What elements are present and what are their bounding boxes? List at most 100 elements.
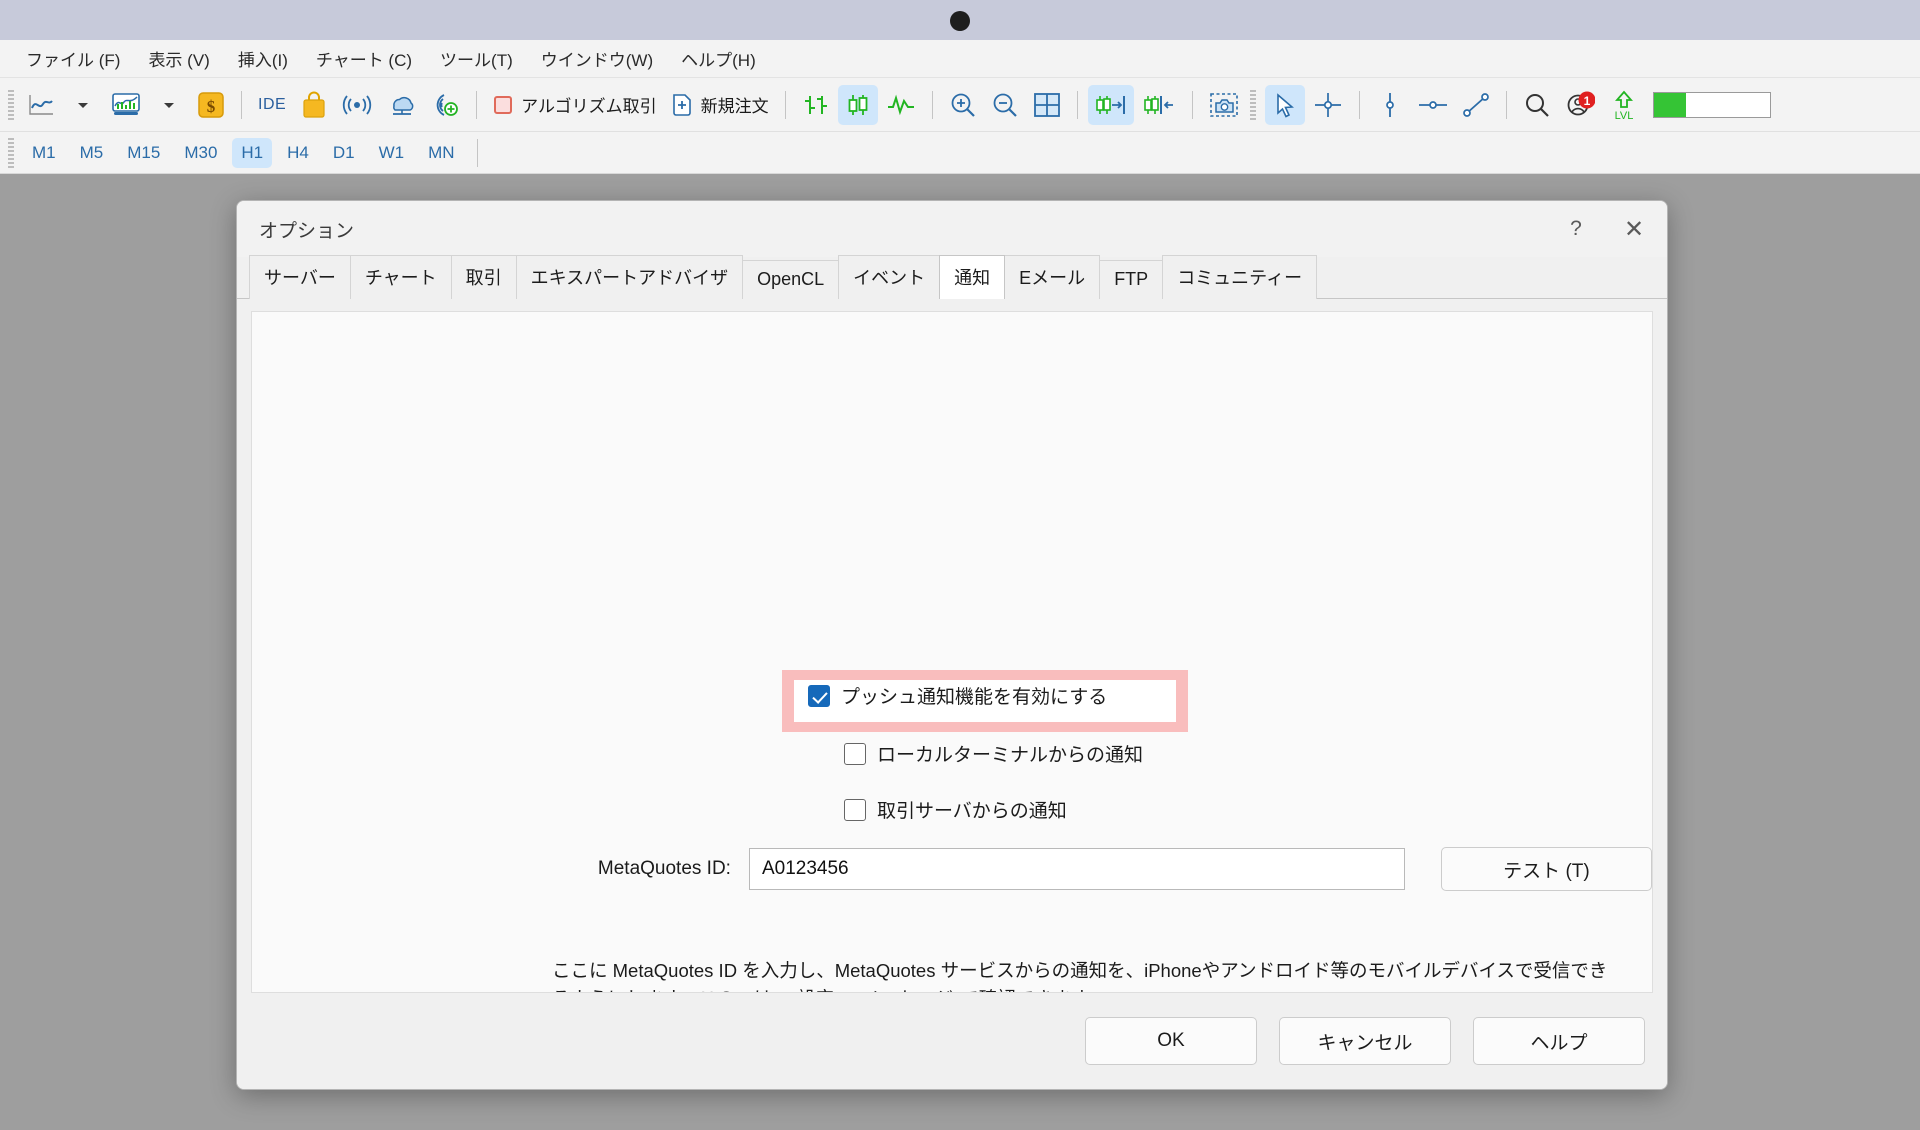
tab-events[interactable]: イベント: [838, 255, 941, 299]
os-title-bar: [0, 0, 1920, 40]
candlestick-chart-icon[interactable]: [837, 84, 878, 125]
main-toolbar: $ IDE アルゴリズム取引 新規注文 1 LVL: [0, 78, 1920, 132]
timeframe-mn[interactable]: MN: [419, 138, 463, 168]
toolbar-separator: [1358, 90, 1360, 119]
bar-chart-icon[interactable]: [796, 85, 836, 125]
algo-trading-button[interactable]: アルゴリズム取引: [487, 85, 663, 125]
market-watch-button[interactable]: [105, 85, 147, 125]
menu-file[interactable]: ファイル (F): [12, 42, 134, 75]
metaquotes-id-row: MetaQuotes ID: テスト (T): [252, 847, 1652, 891]
menu-insert[interactable]: 挿入(I): [224, 42, 302, 75]
options-dialog: オプション ? ✕ サーバー チャート 取引 エキスパートアドバイザ OpenC…: [236, 200, 1668, 1090]
signals-icon[interactable]: [336, 85, 378, 125]
timeframe-h4[interactable]: H4: [278, 138, 318, 168]
help-button[interactable]: ヘルプ: [1473, 1017, 1645, 1065]
checkbox-notify-from-trade-server[interactable]: [844, 798, 866, 821]
trendline-icon[interactable]: [1456, 85, 1496, 125]
tab-email[interactable]: Eメール: [1004, 255, 1101, 299]
checkbox-row-trade-server[interactable]: 取引サーバからの通知: [844, 796, 1067, 823]
screenshot-icon[interactable]: [1203, 85, 1245, 125]
checkbox-label-enable-push: プッシュ通知機能を有効にする: [841, 687, 1108, 708]
market-watch-dropdown-icon[interactable]: [149, 85, 189, 125]
timeframe-m1[interactable]: M1: [23, 138, 65, 168]
zoom-out-icon[interactable]: [985, 85, 1025, 125]
menu-view[interactable]: 表示 (V): [134, 42, 223, 75]
menu-bar: ファイル (F) 表示 (V) 挿入(I) チャート (C) ツール(T) ウイ…: [0, 40, 1920, 78]
window-camera-dot-icon: [950, 11, 970, 31]
toolbar-separator: [1191, 90, 1193, 119]
new-order-label: 新規注文: [700, 97, 769, 116]
vps-cloud-icon[interactable]: [380, 85, 422, 125]
vertical-line-icon[interactable]: [1370, 85, 1410, 125]
checkbox-enable-push-notifications[interactable]: [808, 684, 830, 707]
auto-scroll-icon[interactable]: [1087, 84, 1134, 125]
tab-trade[interactable]: 取引: [450, 255, 517, 299]
toolbar-separator: [476, 90, 478, 119]
checkbox-label-trade-server: 取引サーバからの通知: [877, 801, 1067, 822]
timeframe-bar: M1 M5 M15 M30 H1 H4 D1 W1 MN: [0, 132, 1920, 174]
menu-help[interactable]: ヘルプ(H): [667, 42, 770, 75]
test-button[interactable]: テスト (T): [1440, 847, 1652, 891]
metaquotes-id-label: MetaQuotes ID:: [597, 858, 731, 879]
timeframe-grip-handle[interactable]: [8, 137, 14, 168]
menu-chart[interactable]: チャート (C): [302, 42, 426, 75]
progress-bar-indicator: [1647, 85, 1777, 125]
dialog-title: オプション: [259, 220, 355, 242]
cancel-button[interactable]: キャンセル: [1279, 1017, 1451, 1065]
chart-shift-icon[interactable]: [1136, 85, 1182, 125]
new-order-button[interactable]: 新規注文: [665, 85, 775, 125]
toolbar-separator: [1076, 90, 1078, 119]
tile-windows-icon[interactable]: [1027, 85, 1067, 125]
toolbar-grip-handle[interactable]: [8, 89, 14, 120]
tab-expert-advisors[interactable]: エキスパートアドバイザ: [515, 255, 744, 299]
metaquotes-id-input[interactable]: [748, 848, 1405, 890]
search-icon[interactable]: [1517, 85, 1557, 125]
help-icon[interactable]: ?: [1547, 204, 1605, 254]
zoom-in-icon[interactable]: [943, 85, 983, 125]
svg-text:$: $: [207, 97, 216, 116]
horizontal-line-icon[interactable]: [1412, 85, 1454, 125]
tab-community[interactable]: コミュニティー: [1162, 255, 1318, 299]
svg-text:LVL: LVL: [1614, 110, 1633, 121]
timeframe-w1[interactable]: W1: [370, 138, 414, 168]
timeframe-d1[interactable]: D1: [324, 138, 364, 168]
ok-button[interactable]: OK: [1085, 1017, 1257, 1065]
line-chart-icon[interactable]: [880, 85, 922, 125]
tab-notifications[interactable]: 通知: [939, 255, 1006, 299]
timeframe-m30[interactable]: M30: [175, 138, 226, 168]
timeframe-h1[interactable]: H1: [232, 137, 273, 168]
new-chart-dropdown-icon[interactable]: [63, 85, 103, 125]
new-chart-button[interactable]: [21, 85, 61, 125]
timeframe-m5[interactable]: M5: [71, 138, 113, 168]
toolbar-separator: [241, 90, 242, 119]
tab-opencl[interactable]: OpenCL: [742, 260, 840, 299]
crosshair-tool-icon[interactable]: [1307, 85, 1349, 125]
algo-trading-label: アルゴリズム取引: [521, 97, 657, 116]
market-bag-icon[interactable]: [294, 85, 334, 125]
tab-server[interactable]: サーバー: [249, 255, 351, 299]
checkbox-label-local-terminal: ローカルターミナルからの通知: [877, 745, 1144, 766]
currency-button[interactable]: $: [191, 85, 231, 125]
toolbar-grip-handle-2[interactable]: [1249, 89, 1256, 120]
add-signal-icon[interactable]: [424, 85, 466, 125]
menu-window[interactable]: ウインドウ(W): [527, 42, 667, 75]
lvl-upgrade-icon[interactable]: LVL: [1603, 85, 1645, 125]
notifications-panel: プッシュ通知機能を有効にする ローカルターミナルからの通知 取引サーバからの通知…: [251, 311, 1653, 993]
menu-tools[interactable]: ツール(T): [426, 42, 527, 75]
notifications-icon[interactable]: 1: [1559, 85, 1601, 125]
toolbar-separator: [1505, 90, 1507, 119]
ide-button[interactable]: IDE: [252, 85, 292, 125]
ide-label: IDE: [258, 95, 287, 113]
checkbox-row-local-terminal[interactable]: ローカルターミナルからの通知: [844, 740, 1143, 767]
timeframe-m15[interactable]: M15: [118, 138, 169, 168]
dialog-tab-strip: サーバー チャート 取引 エキスパートアドバイザ OpenCL イベント 通知 …: [237, 255, 1667, 299]
tab-ftp[interactable]: FTP: [1099, 260, 1164, 299]
tab-charts[interactable]: チャート: [349, 255, 452, 299]
toolbar-separator: [784, 90, 786, 119]
dialog-title-bar: オプション ? ✕: [237, 201, 1667, 257]
checkbox-notify-from-local-terminal[interactable]: [844, 742, 866, 765]
cursor-tool-icon[interactable]: [1264, 84, 1305, 125]
checkbox-row-enable-push[interactable]: プッシュ通知機能を有効にする: [808, 682, 1107, 709]
close-icon[interactable]: ✕: [1605, 204, 1663, 254]
timeframe-separator: [476, 138, 478, 167]
